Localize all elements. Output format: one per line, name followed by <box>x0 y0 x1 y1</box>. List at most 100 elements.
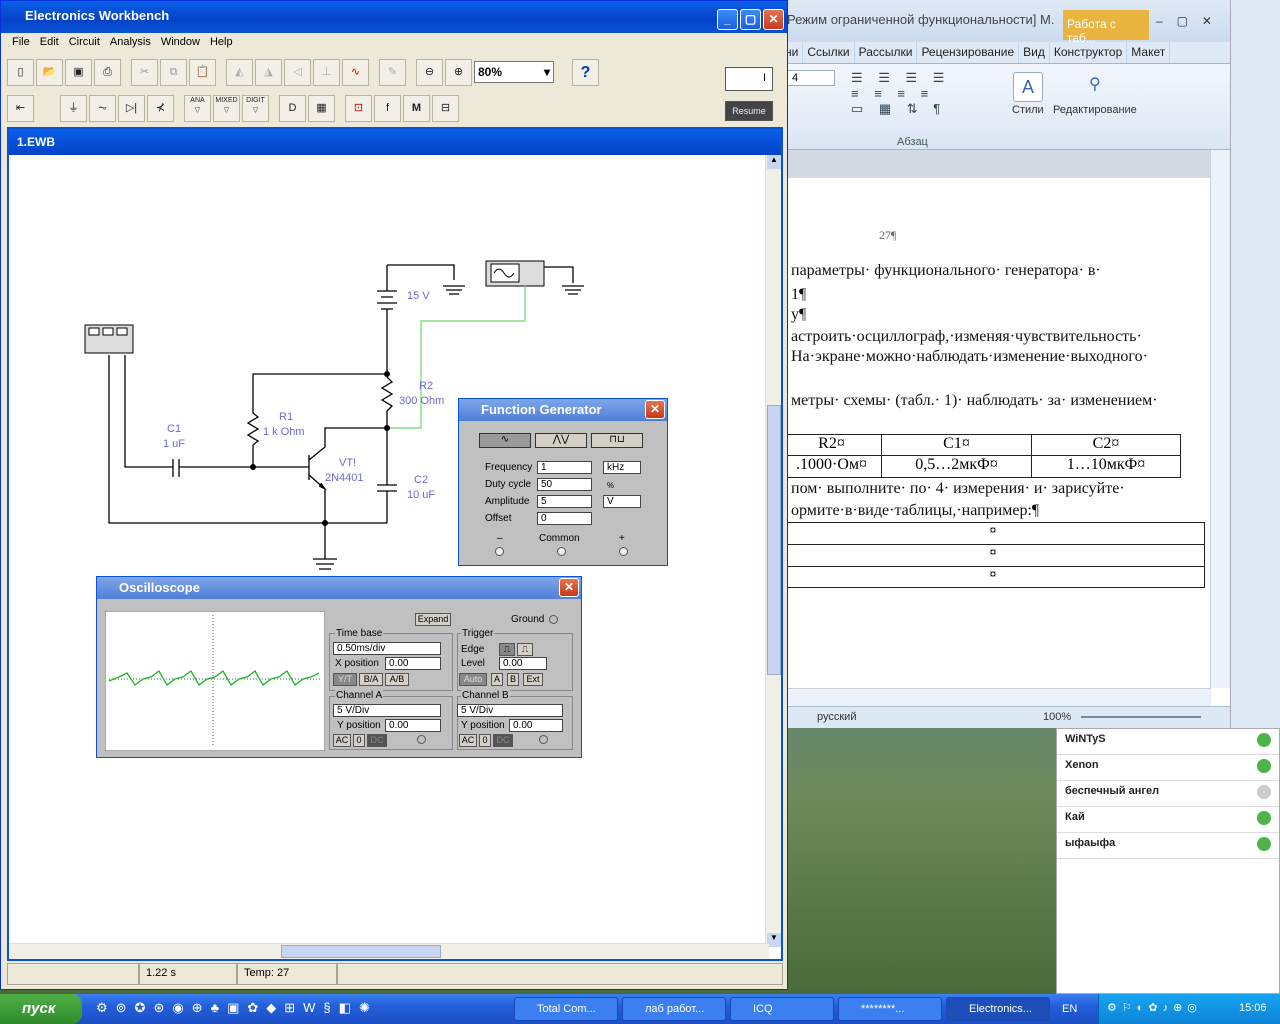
graph-icon[interactable]: ∿ <box>342 59 369 86</box>
plus-terminal[interactable] <box>619 547 628 556</box>
transistor[interactable] <box>253 427 387 523</box>
styles-label[interactable]: Стили <box>1012 104 1044 116</box>
circuit-horizontal-scrollbar[interactable] <box>9 943 769 959</box>
subcircuit-icon[interactable]: ⊥ <box>313 59 340 86</box>
zoom-level[interactable]: 100% <box>1043 711 1071 723</box>
channel-b-terminal[interactable] <box>539 735 548 744</box>
ab-button[interactable]: A/B <box>385 673 409 686</box>
channel-b-dc-button[interactable]: DC <box>493 734 513 747</box>
component-props-icon[interactable]: ✎ <box>379 59 406 86</box>
scroll-thumb[interactable] <box>767 405 781 675</box>
auto-button[interactable]: Auto <box>459 673 487 686</box>
task-browser[interactable]: ********... <box>838 997 942 1021</box>
osc-close-button[interactable]: ✕ <box>559 578 579 597</box>
ribbon-tab-mailings[interactable]: Рассылки <box>855 42 918 63</box>
channel-a-dc-button[interactable]: DC <box>367 734 387 747</box>
fgen-close-button[interactable]: ✕ <box>645 400 665 419</box>
oscilloscope-window[interactable]: Oscilloscope ✕ Expand Ground Time base 0.… <box>96 576 582 758</box>
ribbon-tab-layout[interactable]: Макет <box>1127 42 1171 63</box>
context-tab[interactable]: Работа с таб... <box>1063 10 1149 45</box>
channel-a-scale[interactable]: 5 V/Div <box>333 704 441 717</box>
flip-v-icon[interactable]: ◁ <box>284 59 311 86</box>
contact-item[interactable]: Кай <box>1057 807 1279 833</box>
r1-resistor[interactable] <box>246 412 260 467</box>
expand-button[interactable]: Expand <box>415 613 451 626</box>
save-icon[interactable]: ▣ <box>65 59 92 86</box>
maximize-button[interactable]: ▢ <box>740 9 761 30</box>
channel-a-terminal[interactable] <box>417 735 426 744</box>
fgen-titlebar[interactable]: Function Generator ✕ <box>459 399 667 421</box>
channel-a-ypos-input[interactable]: 0.00 <box>385 719 441 732</box>
font-size-box[interactable]: 4 <box>787 70 835 86</box>
menu-circuit[interactable]: Circuit <box>64 33 105 53</box>
oscilloscope-icon[interactable] <box>84 324 134 354</box>
ewb-window[interactable]: Electronics Workbench _ ▢ ✕ File Edit Ci… <box>0 0 788 990</box>
help-icon[interactable]: ? <box>572 59 599 86</box>
quick-launch-icons[interactable]: ⚙⊚✪⊛◉⊕♣▣✿◆⊞W§◧✺ <box>96 1000 506 1018</box>
trigger-a-button[interactable]: A <box>491 673 503 686</box>
zoom-out-icon[interactable]: ⊖ <box>416 59 443 86</box>
contact-item[interactable]: ыфаыфа <box>1057 833 1279 859</box>
channel-b-scale[interactable]: 5 V/Div <box>457 704 563 717</box>
function-generator-window[interactable]: Function Generator ✕ ∿ ⋀⋁ ⊓⊔ Frequency 1 … <box>458 398 668 566</box>
c1-capacitor[interactable] <box>124 355 253 477</box>
copy-icon[interactable]: ⧉ <box>160 59 187 86</box>
zoom-select[interactable]: 80% ▾ <box>474 61 554 83</box>
misc-icon[interactable]: M <box>403 95 430 122</box>
logic-gates-icon[interactable]: D <box>279 95 306 122</box>
amplitude-unit-select[interactable]: V <box>603 495 641 508</box>
timebase-input[interactable]: 0.50ms/div <box>333 642 441 655</box>
print-icon[interactable]: ⎙ <box>94 59 121 86</box>
resume-button[interactable]: Resume <box>725 101 773 121</box>
frequency-input[interactable]: 1 <box>537 461 592 474</box>
square-wave-button[interactable]: ⊓⊔ <box>591 433 643 448</box>
editing-label[interactable]: Редактирование <box>1053 104 1137 116</box>
channel-a-zero-button[interactable]: 0 <box>353 734 365 747</box>
zoom-in-icon[interactable]: ⊕ <box>445 59 472 86</box>
instruments-icon[interactable]: ⊟ <box>432 95 459 122</box>
amplitude-input[interactable]: 5 <box>537 495 592 508</box>
task-icq[interactable]: ICQ <box>730 997 834 1021</box>
zoom-slider[interactable] <box>1081 716 1201 718</box>
sine-wave-button[interactable]: ∿ <box>479 433 531 448</box>
tray-icons[interactable]: ⚙⚐◐✿♪⊕◎ <box>1107 1001 1202 1014</box>
hscroll-thumb[interactable] <box>281 945 441 958</box>
level-input[interactable]: 0.00 <box>499 657 547 670</box>
frequency-unit-select[interactable]: kHz <box>603 461 641 474</box>
triangle-wave-button[interactable]: ⋀⋁ <box>535 433 587 448</box>
minus-terminal[interactable] <box>495 547 504 556</box>
word-window-buttons[interactable]: –▢✕ <box>1156 14 1226 28</box>
minimize-button[interactable]: _ <box>717 9 738 30</box>
function-generator-icon[interactable] <box>485 260 584 295</box>
ribbon-tab-design[interactable]: Конструктор <box>1050 42 1128 63</box>
digital-icon[interactable]: ▦ <box>308 95 335 122</box>
diodes-icon[interactable]: ▷| <box>118 95 145 122</box>
basic-icon[interactable]: ⏦ <box>89 95 116 122</box>
menu-edit[interactable]: Edit <box>35 33 64 53</box>
menu-analysis[interactable]: Analysis <box>105 33 156 53</box>
mixed-ics-icon[interactable]: MIXED ▽ <box>213 95 240 122</box>
rising-edge-icon[interactable]: ⎍ <box>499 643 515 656</box>
sources-icon[interactable]: ⏚ <box>60 95 87 122</box>
osc-titlebar[interactable]: Oscilloscope ✕ <box>97 577 581 599</box>
new-icon[interactable]: ▯ <box>7 59 34 86</box>
menu-window[interactable]: Window <box>156 33 205 53</box>
word-window[interactable]: Режим ограниченной функциональности] M. … <box>780 0 1231 728</box>
r2-resistor[interactable] <box>380 376 394 428</box>
ewb-titlebar[interactable]: Electronics Workbench _ ▢ ✕ <box>1 1 787 33</box>
paste-icon[interactable]: 📋 <box>189 59 216 86</box>
menu-help[interactable]: Help <box>205 33 238 53</box>
contact-item[interactable]: беспечный ангел <box>1057 781 1279 807</box>
word-horizontal-scrollbar[interactable] <box>781 688 1211 706</box>
scroll-down-icon[interactable]: ▼ <box>767 933 781 947</box>
common-terminal[interactable] <box>557 547 566 556</box>
yt-button[interactable]: Y/T <box>333 673 357 686</box>
c2-capacitor[interactable] <box>377 428 397 523</box>
offset-input[interactable]: 0 <box>537 512 592 525</box>
word-vertical-scrollbar[interactable] <box>1210 150 1230 688</box>
language-indicator[interactable]: русский <box>817 711 856 723</box>
ba-button[interactable]: B/A <box>359 673 383 686</box>
digital-ics-icon[interactable]: DIGIT ▽ <box>242 95 269 122</box>
document-page[interactable]: 27¶ параметры· функционального· генерато… <box>781 150 1211 688</box>
parts-bin-icon[interactable]: ⇤ <box>7 95 34 122</box>
